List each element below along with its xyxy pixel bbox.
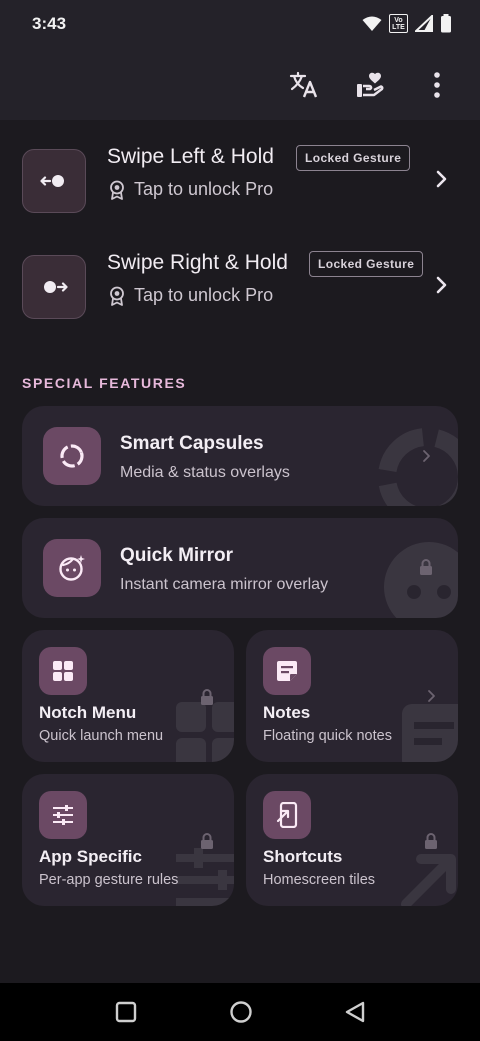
- status-time: 3:43: [32, 14, 67, 33]
- gesture-subtitle-text: Tap to unlock Pro: [134, 285, 274, 305]
- chevron-right-icon: [428, 690, 435, 702]
- card-title: Quick Mirror: [120, 545, 233, 566]
- recents-button[interactable]: [111, 997, 141, 1027]
- status-icons: Vo LTE: [362, 14, 452, 33]
- face-decoration-icon: [384, 542, 458, 618]
- gesture-subtitle-text: Tap to unlock Pro: [134, 179, 274, 199]
- grid-icon: [53, 661, 73, 681]
- grid-icon-tile: [39, 647, 87, 695]
- card-subtitle: Homescreen tiles: [263, 872, 376, 888]
- home-button[interactable]: [226, 997, 256, 1027]
- gesture-icon-tile: [22, 149, 86, 213]
- card-title: Notch Menu: [39, 703, 137, 722]
- card-subtitle: Per-app gesture rules: [39, 872, 179, 888]
- gesture-title: Swipe Right & Hold: [107, 251, 288, 274]
- card-subtitle: Media & status overlays: [120, 464, 290, 481]
- feature-card-notch-menu[interactable]: Notch Menu Quick launch menu: [22, 630, 234, 762]
- feature-card-quick-mirror[interactable]: Quick Mirror Instant camera mirror overl…: [22, 518, 458, 618]
- feature-card-app-specific[interactable]: App Specific Per-app gesture rules: [22, 774, 234, 906]
- gesture-icon-tile: [22, 255, 86, 319]
- donate-button[interactable]: [348, 63, 392, 107]
- lock-icon: [201, 833, 213, 849]
- face-icon-tile: [43, 539, 101, 597]
- card-subtitle: Instant camera mirror overlay: [120, 576, 329, 593]
- feature-card-shortcuts[interactable]: Shortcuts Homescreen tiles: [246, 774, 458, 906]
- shortcut-icon: [276, 802, 298, 828]
- battery-icon: [441, 14, 451, 33]
- lock-icon: [201, 689, 213, 705]
- tune-icon: [53, 805, 73, 825]
- note-decoration-icon: [402, 704, 458, 762]
- pro-badge-icon: [110, 286, 124, 306]
- card-title: Smart Capsules: [120, 433, 264, 454]
- shortcut-decoration-icon: [401, 854, 456, 906]
- feature-card-smart-capsules[interactable]: Smart Capsules Media & status overlays: [22, 406, 458, 506]
- gesture-subtitle: Tap to unlock Pro: [108, 179, 273, 200]
- card-title: App Specific: [39, 847, 142, 866]
- note-icon-tile: [263, 647, 311, 695]
- chevron-right-icon: [423, 450, 430, 462]
- top-app-bar: [0, 50, 480, 120]
- locked-gesture-badge: Locked Gesture: [296, 145, 411, 171]
- pro-badge-icon: [110, 180, 124, 200]
- card-title: Notes: [263, 703, 311, 722]
- recents-icon: [115, 1001, 137, 1023]
- capsule-icon-tile: [43, 427, 101, 485]
- translate-button[interactable]: [282, 63, 326, 107]
- gesture-row-swipe-right-hold[interactable]: Swipe Right & Hold Locked Gesture Tap to…: [0, 241, 480, 331]
- more-options-button[interactable]: [415, 63, 459, 107]
- tune-icon-tile: [39, 791, 87, 839]
- card-subtitle: Floating quick notes: [263, 728, 392, 744]
- card-subtitle: Quick launch menu: [39, 728, 164, 744]
- capsule-icon: [60, 444, 84, 468]
- signal-icon: [415, 15, 433, 32]
- tune-decoration-icon: [176, 848, 234, 906]
- note-icon: [277, 661, 297, 681]
- lock-icon: [420, 559, 432, 575]
- translate-icon: [289, 71, 318, 98]
- feature-card-notes[interactable]: Notes Floating quick notes: [246, 630, 458, 762]
- section-header: SPECIAL FEATURES: [22, 375, 187, 391]
- system-navigation-bar: [0, 983, 480, 1041]
- volte-icon: Vo LTE: [389, 14, 408, 33]
- capsule-decoration-icon: [378, 428, 458, 506]
- card-title: Shortcuts: [263, 847, 343, 866]
- grid-decoration-icon: [176, 702, 234, 762]
- back-button[interactable]: [340, 997, 370, 1027]
- gesture-title: Swipe Left & Hold: [107, 145, 274, 168]
- chevron-right-icon: [436, 276, 447, 294]
- back-icon: [345, 1001, 365, 1023]
- shortcut-icon-tile: [263, 791, 311, 839]
- volte-label: Vo LTE: [392, 16, 405, 31]
- face-icon: [59, 555, 85, 581]
- chevron-right-icon: [436, 170, 447, 188]
- swipe-right-icon: [44, 281, 68, 293]
- gesture-subtitle: Tap to unlock Pro: [108, 285, 273, 306]
- status-bar: 3:43 Vo LTE: [0, 0, 480, 50]
- lock-icon: [425, 833, 437, 849]
- home-icon: [230, 1001, 252, 1023]
- donate-icon: [357, 72, 384, 97]
- screen: 3:43 Vo LTE Swipe Left & Hold Locked Ges…: [0, 0, 480, 1041]
- wifi-icon: [362, 16, 382, 31]
- gesture-row-swipe-left-hold[interactable]: Swipe Left & Hold Locked Gesture Tap to …: [0, 135, 480, 225]
- more-vert-icon: [434, 72, 440, 98]
- locked-gesture-badge: Locked Gesture: [309, 251, 424, 277]
- swipe-left-icon: [40, 175, 64, 187]
